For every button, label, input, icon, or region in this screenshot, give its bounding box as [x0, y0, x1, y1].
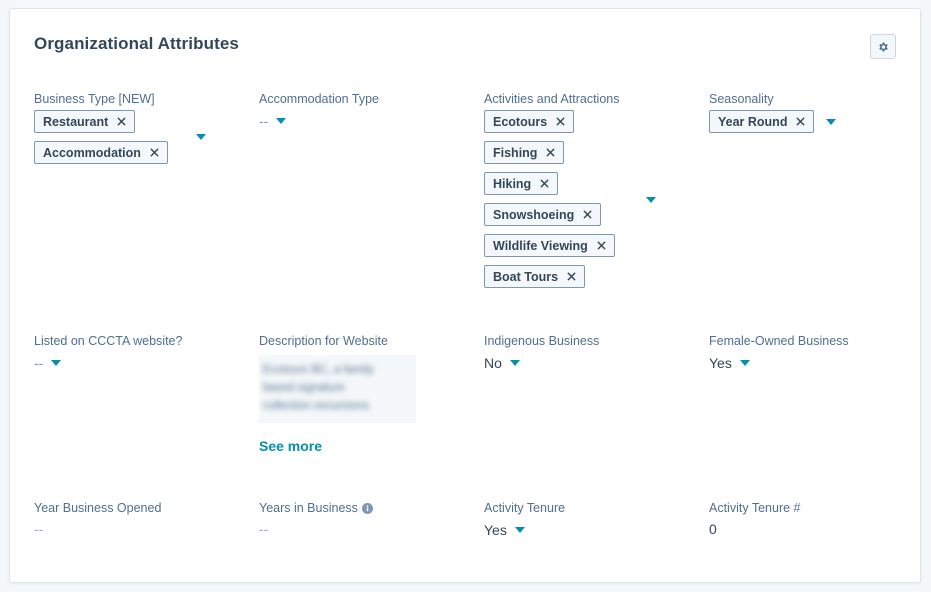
accommodation-type-dropdown[interactable]: -- [259, 112, 469, 130]
field-description: Description for Website Ecotours BC, a f… [259, 333, 469, 456]
gear-icon [879, 42, 888, 51]
field-label: Accommodation Type [259, 92, 379, 106]
close-icon[interactable] [583, 210, 592, 219]
tag-label: Wildlife Viewing [493, 238, 588, 253]
field-label: Years in Business [259, 500, 469, 516]
field-value: -- [259, 521, 269, 537]
field-activities: Activities and Attractions Ecotours Fish… [484, 91, 694, 288]
tag-fishing: Fishing [484, 141, 565, 164]
tag-accommodation: Accommodation [34, 141, 168, 164]
activity-tenure-dropdown[interactable]: Yes [484, 521, 694, 539]
description-preview[interactable]: Ecotours BC, a family based signature co… [259, 355, 416, 423]
tag-label: Ecotours [493, 114, 548, 129]
tag-label: Boat Tours [493, 269, 559, 284]
field-value: -- [259, 113, 269, 129]
field-label: Activity Tenure [484, 501, 566, 515]
field-label: Listed on CCCTA website? [34, 334, 183, 348]
field-label: Activity Tenure # [709, 501, 801, 515]
tag-hiking: Hiking [484, 172, 559, 195]
card-title: Organizational Attributes [34, 34, 239, 53]
tag-label: Restaurant [43, 114, 109, 129]
caret-down-icon [739, 360, 750, 366]
field-value[interactable]: 0 [709, 521, 919, 539]
close-icon[interactable] [546, 148, 556, 157]
tag-year-round: Year Round [709, 110, 815, 133]
tag-boat-tours: Boat Tours [484, 265, 586, 288]
close-icon[interactable] [567, 272, 576, 281]
caret-down-icon [276, 118, 287, 124]
field-value: Yes [484, 522, 507, 538]
caret-down-icon [509, 360, 520, 366]
info-icon[interactable] [361, 502, 373, 514]
description-line: Ecotours BC, a family [263, 364, 374, 376]
seasonality-dropdown-caret-down-icon[interactable] [826, 118, 837, 125]
close-icon[interactable] [597, 241, 606, 250]
field-listed-cccta: Listed on CCCTA website? -- [34, 333, 244, 372]
field-accommodation-type: Accommodation Type -- [259, 91, 469, 130]
field-label: Seasonality [709, 92, 774, 106]
field-label: Description for Website [259, 334, 388, 348]
settings-button[interactable] [870, 34, 896, 59]
field-year-opened: Year Business Opened -- [34, 500, 244, 539]
tag-label: Hiking [493, 176, 532, 191]
tag-restaurant: Restaurant [34, 110, 136, 133]
close-icon[interactable] [556, 117, 565, 126]
field-value: Yes [709, 355, 732, 371]
tag-label: Fishing [493, 145, 538, 160]
tag-label: Year Round [718, 114, 788, 129]
caret-down-icon [514, 527, 525, 533]
field-label: Year Business Opened [34, 501, 162, 515]
field-value: -- [34, 355, 44, 371]
close-icon[interactable] [540, 179, 549, 188]
listed-cccta-dropdown[interactable]: -- [34, 354, 244, 372]
field-female-owned: Female-Owned Business Yes [709, 333, 919, 372]
close-icon[interactable] [150, 148, 159, 157]
activities-dropdown-caret-down-icon[interactable] [646, 197, 656, 203]
seasonality-tags: Year Round [709, 110, 919, 133]
indigenous-dropdown[interactable]: No [484, 354, 694, 372]
field-business-type: Business Type [NEW] Restaurant Accommoda… [34, 91, 244, 164]
caret-down-icon [51, 360, 62, 366]
business-type-dropdown-caret-down-icon[interactable] [196, 134, 206, 140]
tag-ecotours: Ecotours [484, 110, 575, 133]
organizational-attributes-card: Organizational Attributes Business Type … [9, 8, 921, 583]
field-label-text: Years in Business [259, 501, 358, 515]
tag-wildlife-viewing: Wildlife Viewing [484, 234, 615, 257]
tag-label: Accommodation [43, 145, 141, 160]
description-line: collection excursions [263, 400, 370, 412]
field-value[interactable]: -- [34, 521, 244, 539]
see-more-link[interactable]: See more [259, 438, 322, 454]
field-indigenous: Indigenous Business No [484, 333, 694, 372]
field-value: No [484, 355, 502, 371]
tag-label: Snowshoeing [493, 207, 575, 222]
business-type-tags: Restaurant Accommodation [34, 110, 244, 164]
field-label: Business Type [NEW] [34, 92, 155, 106]
female-owned-dropdown[interactable]: Yes [709, 354, 919, 372]
close-icon[interactable] [796, 117, 806, 126]
tag-snowshoeing: Snowshoeing [484, 203, 602, 226]
field-label: Indigenous Business [484, 334, 600, 348]
activities-tags: Ecotours Fishing Hiking Snowshoeing Wild… [484, 110, 694, 288]
field-label: Activities and Attractions [484, 92, 620, 106]
field-label: Female-Owned Business [709, 334, 849, 348]
field-activity-tenure-number: Activity Tenure # 0 [709, 500, 919, 539]
description-line: based signature [263, 382, 345, 394]
field-activity-tenure: Activity Tenure Yes [484, 500, 694, 539]
field-seasonality: Seasonality Year Round [709, 91, 919, 133]
field-years-in-business: Years in Business -- [259, 500, 469, 539]
close-icon[interactable] [117, 117, 126, 126]
